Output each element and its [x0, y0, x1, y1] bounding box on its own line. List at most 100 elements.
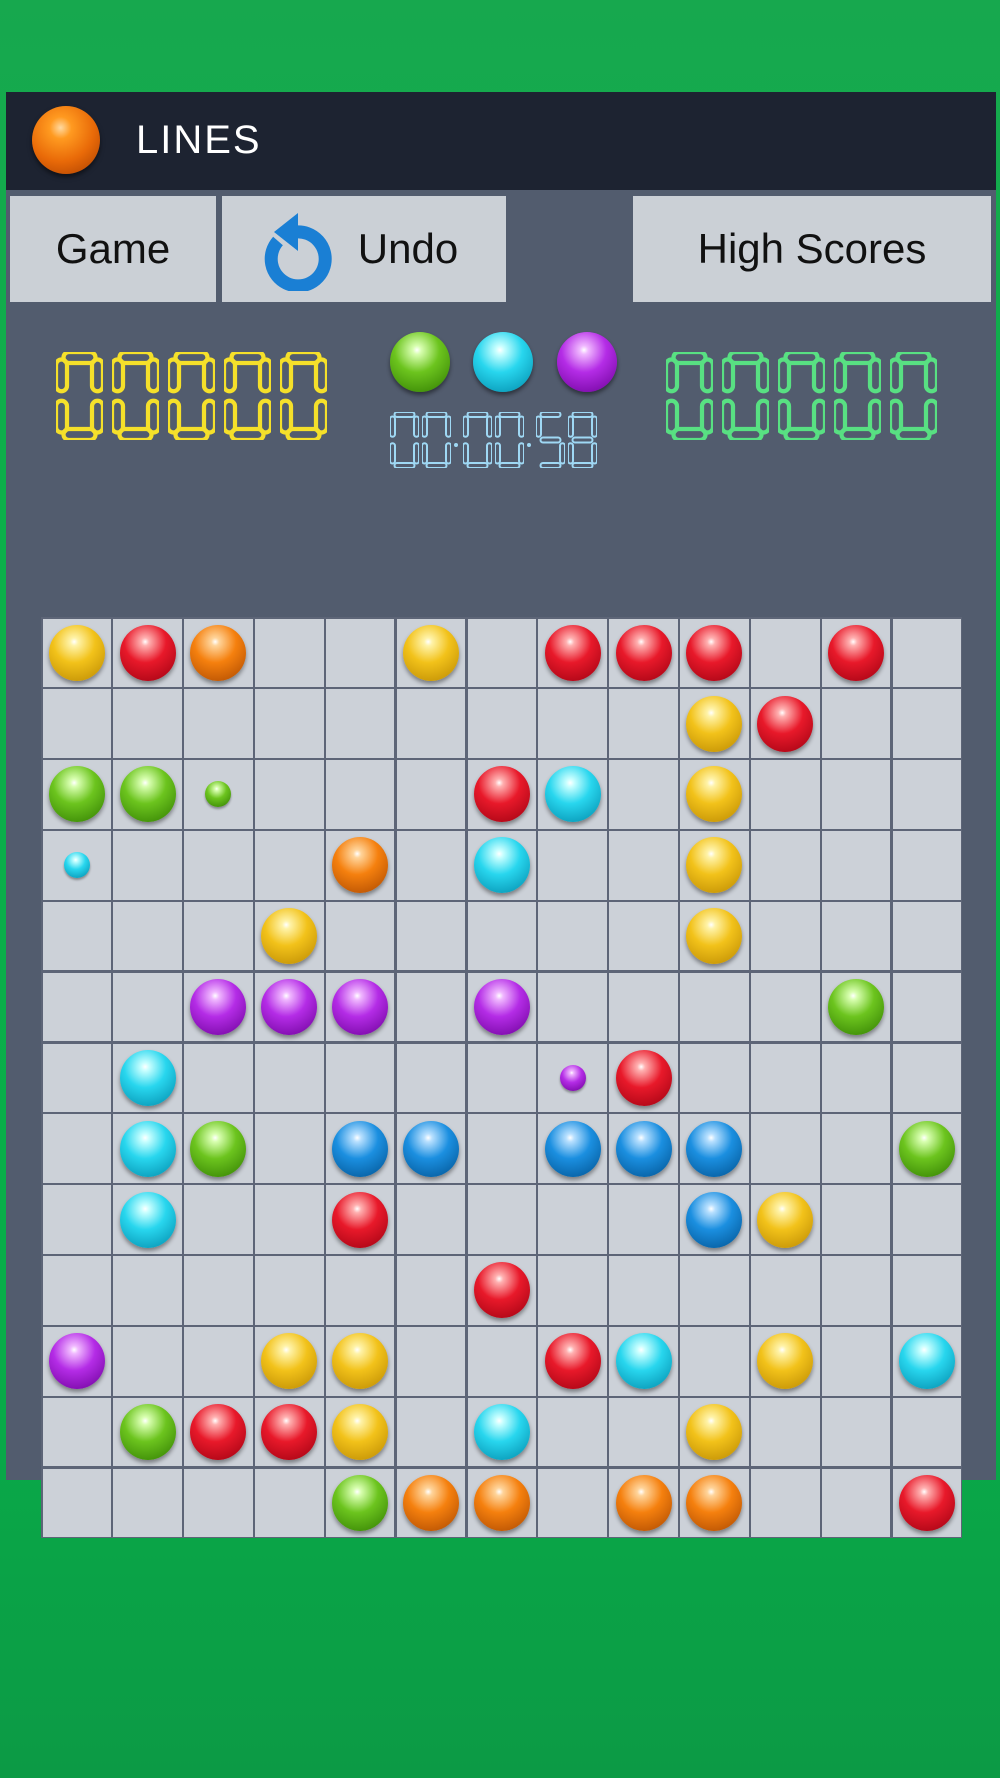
board-cell[interactable]	[751, 972, 820, 1042]
board-cell[interactable]	[396, 689, 466, 758]
board-cell[interactable]	[325, 1468, 395, 1538]
board-cell[interactable]	[467, 972, 537, 1042]
board-cell[interactable]	[680, 618, 749, 687]
board-cell[interactable]	[680, 1114, 749, 1183]
board-cell[interactable]	[184, 1185, 253, 1254]
board-cell[interactable]	[184, 1043, 253, 1113]
board-cell[interactable]	[255, 1397, 324, 1467]
board-cell[interactable]	[821, 1114, 891, 1183]
board-cell[interactable]	[255, 1256, 324, 1325]
board-cell[interactable]	[255, 831, 324, 900]
board-cell[interactable]	[42, 1256, 111, 1325]
board-cell[interactable]	[538, 972, 607, 1042]
board-cell[interactable]	[325, 831, 395, 900]
board-cell[interactable]	[184, 618, 253, 687]
board-cell[interactable]	[255, 760, 324, 829]
board-cell[interactable]	[325, 901, 395, 971]
board-cell[interactable]	[396, 618, 466, 687]
board-cell[interactable]	[325, 618, 395, 687]
high-scores-button[interactable]: High Scores	[633, 196, 991, 302]
board-cell[interactable]	[42, 760, 111, 829]
board-cell[interactable]	[113, 1114, 182, 1183]
board-cell[interactable]	[538, 689, 607, 758]
board-cell[interactable]	[892, 618, 962, 687]
board-cell[interactable]	[609, 1256, 678, 1325]
board-cell[interactable]	[821, 1468, 891, 1538]
board-cell[interactable]	[184, 689, 253, 758]
board-cell[interactable]	[325, 1043, 395, 1113]
board-cell[interactable]	[255, 1043, 324, 1113]
board-cell[interactable]	[325, 689, 395, 758]
board-cell[interactable]	[255, 972, 324, 1042]
board-cell[interactable]	[113, 1256, 182, 1325]
board-cell[interactable]	[821, 901, 891, 971]
board-cell[interactable]	[538, 1185, 607, 1254]
board-cell[interactable]	[609, 618, 678, 687]
board-cell[interactable]	[113, 831, 182, 900]
board-cell[interactable]	[680, 1185, 749, 1254]
board-cell[interactable]	[255, 1185, 324, 1254]
board-cell[interactable]	[538, 901, 607, 971]
board-cell[interactable]	[467, 901, 537, 971]
board-cell[interactable]	[113, 901, 182, 971]
board-cell[interactable]	[821, 618, 891, 687]
game-button[interactable]: Game	[10, 196, 216, 302]
board-cell[interactable]	[255, 1114, 324, 1183]
board-cell[interactable]	[609, 1043, 678, 1113]
board-cell[interactable]	[396, 1468, 466, 1538]
board-cell[interactable]	[751, 1468, 820, 1538]
board-cell[interactable]	[113, 689, 182, 758]
board-cell[interactable]	[821, 1256, 891, 1325]
board-cell[interactable]	[42, 618, 111, 687]
board-cell[interactable]	[680, 760, 749, 829]
board-cell[interactable]	[42, 972, 111, 1042]
board-cell[interactable]	[42, 831, 111, 900]
board-cell[interactable]	[325, 1397, 395, 1467]
board-cell[interactable]	[113, 760, 182, 829]
board-cell[interactable]	[325, 1185, 395, 1254]
board-cell[interactable]	[467, 1185, 537, 1254]
board-cell[interactable]	[680, 972, 749, 1042]
board-cell[interactable]	[113, 618, 182, 687]
board-cell[interactable]	[751, 1397, 820, 1467]
board-cell[interactable]	[892, 1327, 962, 1396]
board-cell[interactable]	[396, 972, 466, 1042]
board-cell[interactable]	[325, 760, 395, 829]
board-cell[interactable]	[538, 1397, 607, 1467]
board-cell[interactable]	[751, 618, 820, 687]
board-cell[interactable]	[751, 689, 820, 758]
board-cell[interactable]	[184, 1114, 253, 1183]
board-cell[interactable]	[821, 689, 891, 758]
board-cell[interactable]	[538, 1327, 607, 1396]
board-cell[interactable]	[609, 1327, 678, 1396]
board-cell[interactable]	[255, 901, 324, 971]
board-cell[interactable]	[467, 1114, 537, 1183]
board-cell[interactable]	[680, 831, 749, 900]
board-cell[interactable]	[892, 972, 962, 1042]
board-cell[interactable]	[113, 1468, 182, 1538]
board-cell[interactable]	[396, 1397, 466, 1467]
board-cell[interactable]	[538, 1114, 607, 1183]
board-cell[interactable]	[680, 1397, 749, 1467]
board-cell[interactable]	[467, 760, 537, 829]
board-cell[interactable]	[467, 1043, 537, 1113]
board-cell[interactable]	[751, 1114, 820, 1183]
board-cell[interactable]	[396, 1327, 466, 1396]
board-cell[interactable]	[538, 1468, 607, 1538]
board-cell[interactable]	[821, 760, 891, 829]
board-cell[interactable]	[609, 901, 678, 971]
board-cell[interactable]	[892, 1397, 962, 1467]
board-cell[interactable]	[609, 1397, 678, 1467]
board-cell[interactable]	[255, 1327, 324, 1396]
board-cell[interactable]	[680, 901, 749, 971]
board-cell[interactable]	[609, 760, 678, 829]
board-cell[interactable]	[751, 1327, 820, 1396]
board-cell[interactable]	[821, 1327, 891, 1396]
board-cell[interactable]	[42, 901, 111, 971]
board-cell[interactable]	[821, 831, 891, 900]
board-cell[interactable]	[42, 1043, 111, 1113]
board-cell[interactable]	[821, 1397, 891, 1467]
board-cell[interactable]	[396, 1114, 466, 1183]
board-cell[interactable]	[821, 1043, 891, 1113]
board-cell[interactable]	[42, 1185, 111, 1254]
